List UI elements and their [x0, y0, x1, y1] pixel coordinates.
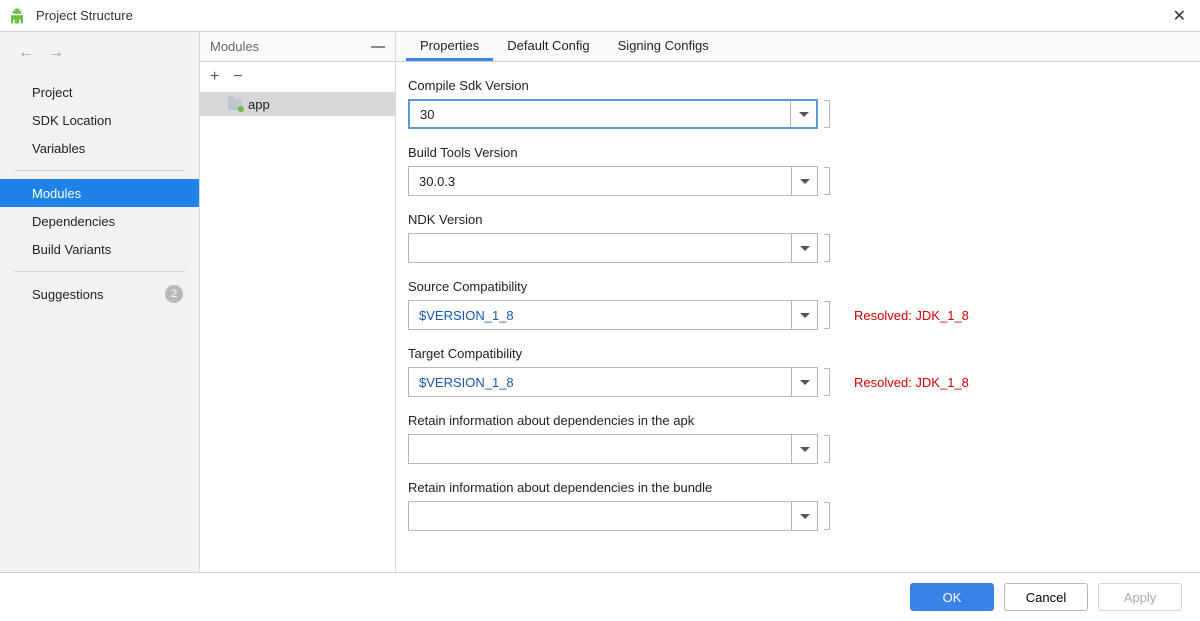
nav-arrows: ← →: [0, 38, 199, 72]
chevron-down-icon[interactable]: [791, 368, 817, 396]
sidebar-item-sdk-location[interactable]: SDK Location: [0, 106, 199, 134]
sidebar-item-label: Suggestions: [32, 287, 104, 302]
chevron-down-icon[interactable]: [791, 435, 817, 463]
content-panel: Properties Default Config Signing Config…: [396, 32, 1200, 572]
retain-bundle-combobox[interactable]: [408, 501, 818, 531]
module-folder-icon: [228, 99, 242, 110]
nav-forward-icon[interactable]: →: [48, 44, 64, 62]
target-compat-combobox[interactable]: $VERSION_1_8: [408, 367, 818, 397]
retain-apk-combobox[interactable]: [408, 434, 818, 464]
sidebar-item-label: Modules: [32, 186, 81, 201]
footer: OK Cancel Apply: [0, 572, 1200, 621]
sidebar-item-label: Build Variants: [32, 242, 111, 257]
sidebar-item-label: Project: [32, 85, 72, 100]
sidebar: ← → Project SDK Location Variables Modul…: [0, 32, 200, 572]
modules-panel: Modules + − app: [200, 32, 396, 572]
collapse-icon[interactable]: [371, 46, 385, 48]
field-build-tools: Build Tools Version 30.0.3: [408, 145, 1180, 196]
sidebar-item-suggestions[interactable]: Suggestions 2: [0, 280, 199, 308]
field-reset-stub[interactable]: [824, 502, 830, 530]
combobox-value: 30.0.3: [409, 174, 791, 189]
build-tools-combobox[interactable]: 30.0.3: [408, 166, 818, 196]
field-label: Build Tools Version: [408, 145, 1180, 160]
sidebar-separator: [14, 271, 185, 272]
field-reset-stub[interactable]: [824, 167, 830, 195]
chevron-down-icon[interactable]: [790, 101, 816, 127]
sidebar-item-label: Variables: [32, 141, 85, 156]
android-icon: [8, 7, 26, 25]
tab-label: Signing Configs: [618, 38, 709, 53]
apply-button: Apply: [1098, 583, 1182, 611]
modules-header-label: Modules: [210, 39, 259, 54]
sidebar-item-variables[interactable]: Variables: [0, 134, 199, 162]
chevron-down-icon[interactable]: [791, 167, 817, 195]
tab-label: Properties: [420, 38, 479, 53]
module-name: app: [248, 97, 270, 112]
tab-properties[interactable]: Properties: [406, 32, 493, 61]
chevron-down-icon[interactable]: [791, 301, 817, 329]
chevron-down-icon[interactable]: [791, 502, 817, 530]
field-label: Compile Sdk Version: [408, 78, 1180, 93]
properties-form: Compile Sdk Version 30 Build Tools Versi…: [396, 62, 1200, 572]
sidebar-item-dependencies[interactable]: Dependencies: [0, 207, 199, 235]
field-reset-stub[interactable]: [824, 234, 830, 262]
sidebar-item-label: Dependencies: [32, 214, 115, 229]
sidebar-item-label: SDK Location: [32, 113, 112, 128]
modules-toolbar: + −: [200, 62, 395, 92]
source-compat-combobox[interactable]: $VERSION_1_8: [408, 300, 818, 330]
window-title: Project Structure: [36, 8, 133, 23]
chevron-down-icon[interactable]: [791, 234, 817, 262]
field-reset-stub[interactable]: [824, 435, 830, 463]
field-label: Retain information about dependencies in…: [408, 413, 1180, 428]
field-retain-bundle: Retain information about dependencies in…: [408, 480, 1180, 531]
module-row-app[interactable]: app: [200, 92, 395, 116]
sidebar-item-modules[interactable]: Modules: [0, 179, 199, 207]
resolved-label: Resolved: JDK_1_8: [854, 308, 969, 323]
field-label: Retain information about dependencies in…: [408, 480, 1180, 495]
combobox-value: 30: [410, 107, 790, 122]
field-reset-stub[interactable]: [824, 100, 830, 128]
titlebar: Project Structure ✕: [0, 0, 1200, 32]
field-compile-sdk: Compile Sdk Version 30: [408, 78, 1180, 129]
field-target-compat: Target Compatibility $VERSION_1_8 Resolv…: [408, 346, 1180, 397]
field-reset-stub[interactable]: [824, 368, 830, 396]
tab-signing-configs[interactable]: Signing Configs: [604, 32, 723, 61]
sidebar-separator: [14, 170, 185, 171]
tabs: Properties Default Config Signing Config…: [396, 32, 1200, 62]
combobox-value: $VERSION_1_8: [409, 308, 791, 323]
tab-label: Default Config: [507, 38, 589, 53]
tab-default-config[interactable]: Default Config: [493, 32, 603, 61]
field-reset-stub[interactable]: [824, 301, 830, 329]
combobox-value: $VERSION_1_8: [409, 375, 791, 390]
ndk-combobox[interactable]: [408, 233, 818, 263]
sidebar-item-build-variants[interactable]: Build Variants: [0, 235, 199, 263]
field-label: NDK Version: [408, 212, 1180, 227]
field-ndk: NDK Version: [408, 212, 1180, 263]
close-icon[interactable]: ✕: [1167, 6, 1192, 26]
field-source-compat: Source Compatibility $VERSION_1_8 Resolv…: [408, 279, 1180, 330]
sidebar-item-project[interactable]: Project: [0, 78, 199, 106]
remove-module-icon[interactable]: −: [233, 68, 242, 86]
suggestions-count-badge: 2: [165, 285, 183, 303]
compile-sdk-combobox[interactable]: 30: [408, 99, 818, 129]
resolved-label: Resolved: JDK_1_8: [854, 375, 969, 390]
add-module-icon[interactable]: +: [210, 68, 219, 86]
cancel-button[interactable]: Cancel: [1004, 583, 1088, 611]
field-retain-apk: Retain information about dependencies in…: [408, 413, 1180, 464]
field-label: Source Compatibility: [408, 279, 1180, 294]
ok-button[interactable]: OK: [910, 583, 994, 611]
field-label: Target Compatibility: [408, 346, 1180, 361]
modules-header: Modules: [200, 32, 395, 62]
nav-back-icon[interactable]: ←: [18, 44, 34, 62]
